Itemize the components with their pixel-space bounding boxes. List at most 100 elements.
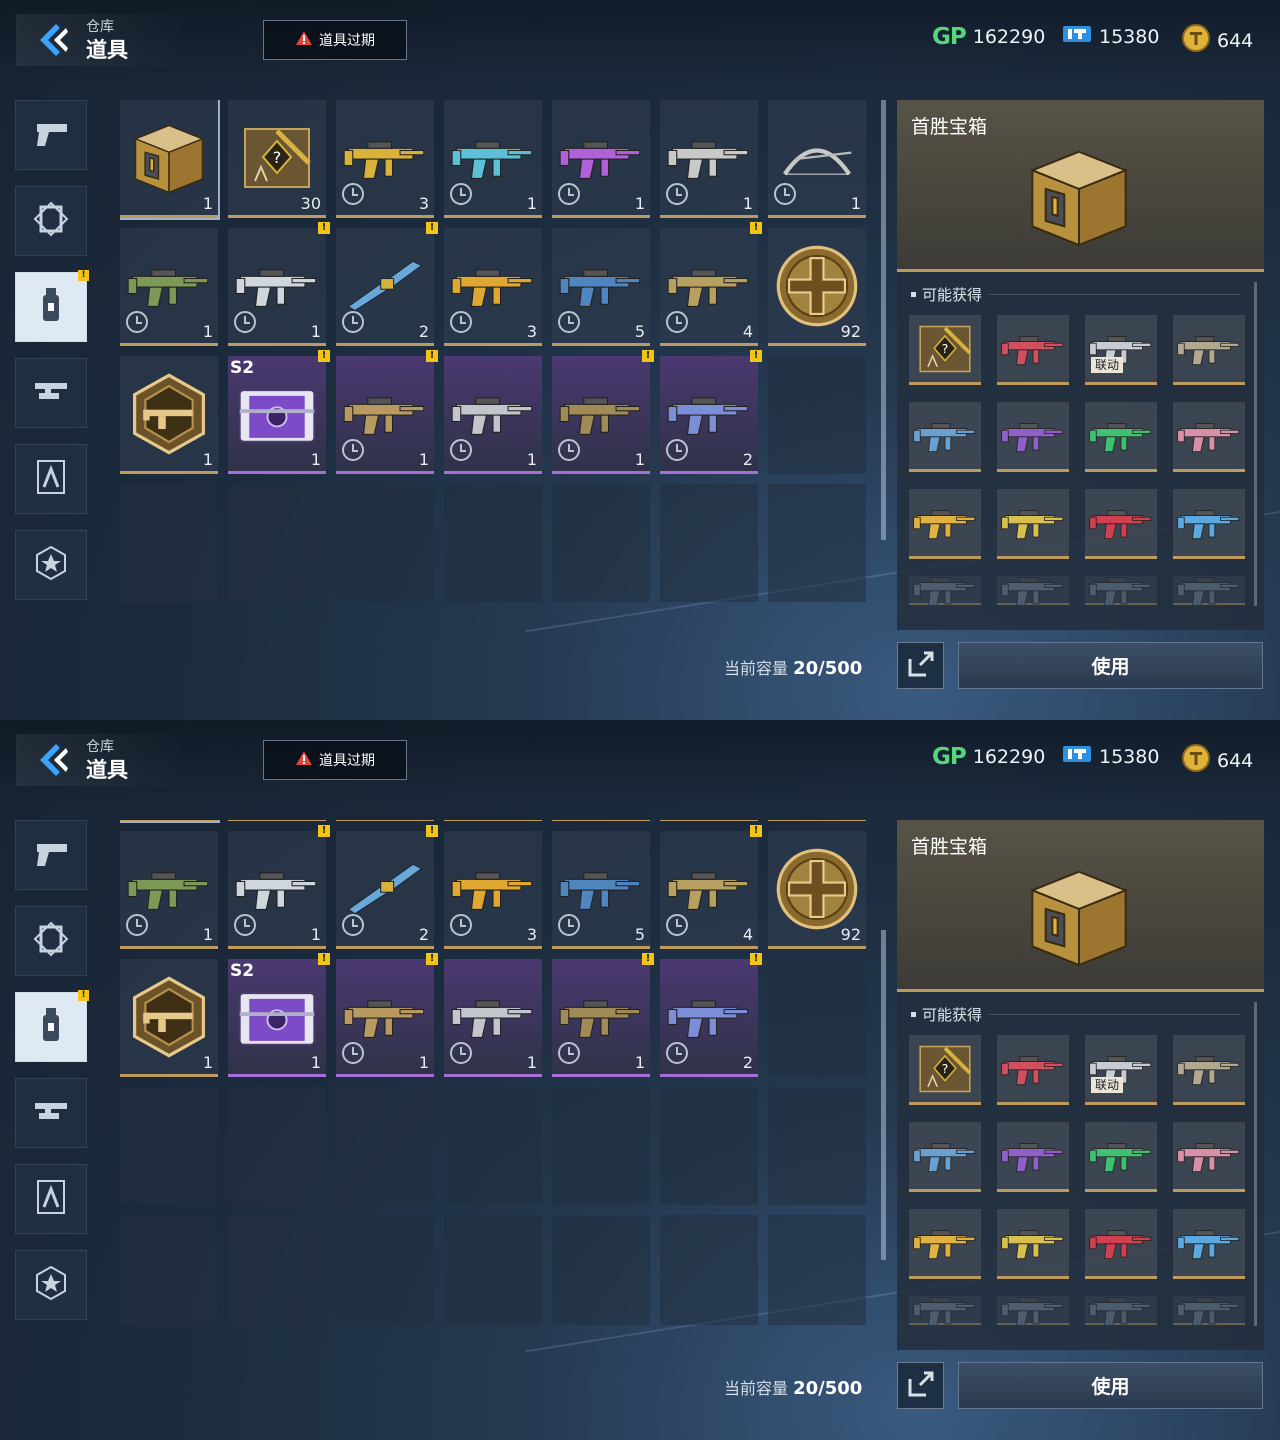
reward-item[interactable] <box>909 1122 981 1192</box>
inventory-item[interactable]: ! 4 <box>660 825 762 949</box>
reward-item[interactable]: 联动 <box>1085 315 1157 385</box>
inventory-item[interactable]: 1 <box>120 100 220 220</box>
sidebar-tab-frame[interactable] <box>15 186 87 256</box>
reward-item[interactable] <box>1173 315 1245 385</box>
sidebar-tab-weapon-mod[interactable] <box>15 1078 87 1148</box>
sidebar-tab-frame[interactable] <box>15 906 87 976</box>
item-count: 5 <box>634 925 645 944</box>
use-button[interactable]: 使用 <box>958 1362 1263 1409</box>
reward-scrollbar[interactable] <box>1254 1002 1257 1326</box>
reward-item[interactable] <box>997 576 1069 605</box>
reward-item[interactable]: 联动 <box>1085 1035 1157 1105</box>
reward-item[interactable] <box>1173 1209 1245 1279</box>
inventory-item[interactable]: 1 <box>120 356 218 474</box>
reward-item[interactable] <box>909 576 981 605</box>
reward-item[interactable] <box>997 1035 1069 1105</box>
inventory-item[interactable]: 1 <box>444 959 542 1077</box>
reward-item[interactable] <box>1173 576 1245 605</box>
reward-item[interactable] <box>1085 402 1157 472</box>
inventory-item[interactable]: ?30 <box>228 820 326 821</box>
reward-item[interactable] <box>997 315 1069 385</box>
inventory-item[interactable]: ! 2 <box>660 953 762 1077</box>
share-button[interactable] <box>897 642 944 689</box>
use-button[interactable]: 使用 <box>958 642 1263 689</box>
item-expired-button[interactable]: 道具过期 <box>263 20 407 60</box>
share-button[interactable] <box>897 1362 944 1409</box>
reward-item[interactable] <box>909 1209 981 1279</box>
sidebar-tab-weapon-mod[interactable] <box>15 358 87 428</box>
reward-item[interactable] <box>909 489 981 559</box>
inventory-item[interactable]: 92 <box>768 228 866 346</box>
inventory-item[interactable]: 1 <box>120 959 218 1077</box>
back-button[interactable]: 仓库 道具 <box>16 734 186 786</box>
back-button[interactable]: 仓库 道具 <box>16 14 186 66</box>
inventory-item[interactable]: S2! 1 <box>228 350 330 474</box>
inventory-item[interactable]: 1 <box>768 100 866 218</box>
reward-item[interactable] <box>997 402 1069 472</box>
sidebar-tab-compass-blueprint[interactable] <box>15 1164 87 1234</box>
reward-item[interactable] <box>997 1209 1069 1279</box>
reward-scrollbar[interactable] <box>1254 282 1257 606</box>
inventory-item[interactable]: ! 2 <box>336 825 438 949</box>
reward-item[interactable] <box>1085 576 1157 605</box>
inventory-item[interactable]: ! 2 <box>336 222 438 346</box>
sidebar-tab-pistol[interactable] <box>15 820 87 890</box>
reward-item[interactable] <box>1173 1035 1245 1105</box>
inventory-scrollbar[interactable] <box>881 100 886 540</box>
reward-item[interactable]: ? <box>909 315 981 385</box>
inventory-item[interactable]: 5 <box>552 831 650 949</box>
inventory-item[interactable]: 1 <box>444 820 542 821</box>
reward-item[interactable] <box>1173 1296 1245 1325</box>
inventory-item[interactable]: 1 <box>660 820 758 821</box>
inventory-item[interactable]: ! 2 <box>660 350 762 474</box>
reward-item[interactable] <box>1085 1296 1157 1325</box>
inventory-item[interactable]: ! 1 <box>228 825 330 949</box>
inventory-item[interactable]: ! 4 <box>660 222 762 346</box>
inventory-item[interactable]: 1 <box>660 100 758 218</box>
inventory-item[interactable]: 3 <box>444 831 542 949</box>
reward-item[interactable] <box>1173 489 1245 559</box>
inventory-item[interactable]: ! 1 <box>336 350 438 474</box>
inventory-item[interactable]: ! 1 <box>336 953 438 1077</box>
inventory-item[interactable]: 1 <box>444 356 542 474</box>
inventory-item[interactable]: 1 <box>120 820 220 823</box>
inventory-scrollbar[interactable] <box>881 930 886 1260</box>
inventory-item[interactable]: 1 <box>768 820 866 821</box>
gun-icon <box>1173 404 1245 467</box>
new-badge: ! <box>642 350 654 362</box>
inventory-item[interactable]: 1 <box>444 100 542 218</box>
inventory-item[interactable]: ! 1 <box>552 953 654 1077</box>
inventory-item[interactable]: 1 <box>120 831 218 949</box>
reward-item[interactable] <box>997 1296 1069 1325</box>
inventory-item[interactable]: 3 <box>336 820 434 821</box>
inventory-item[interactable]: 3 <box>444 228 542 346</box>
inventory-item[interactable]: 1 <box>552 820 650 821</box>
inventory-item[interactable]: ?30 <box>228 100 326 218</box>
inventory-item[interactable]: 1 <box>120 228 218 346</box>
reward-item[interactable] <box>1173 1122 1245 1192</box>
reward-item[interactable] <box>909 1296 981 1325</box>
reward-item[interactable] <box>997 1122 1069 1192</box>
reward-item[interactable] <box>1173 402 1245 472</box>
reward-item[interactable] <box>1085 1122 1157 1192</box>
inventory-item[interactable]: ! 1 <box>228 222 330 346</box>
inventory-item[interactable]: 3 <box>336 100 434 218</box>
reward-item[interactable] <box>997 489 1069 559</box>
sidebar-tab-spray-can[interactable]: ! <box>15 270 89 342</box>
inventory-item[interactable]: 1 <box>552 100 650 218</box>
sidebar-tab-star-medal[interactable] <box>15 530 87 600</box>
sidebar-tab-pistol[interactable] <box>15 100 87 170</box>
inventory-item[interactable]: 5 <box>552 228 650 346</box>
inventory-item[interactable]: 92 <box>768 831 866 949</box>
inventory-item[interactable]: S2! 1 <box>228 953 330 1077</box>
item-count: 1 <box>526 1053 537 1072</box>
item-expired-button[interactable]: 道具过期 <box>263 740 407 780</box>
reward-item[interactable] <box>1085 1209 1157 1279</box>
inventory-item[interactable]: ! 1 <box>552 350 654 474</box>
reward-item[interactable] <box>909 402 981 472</box>
sidebar-tab-compass-blueprint[interactable] <box>15 444 87 514</box>
reward-item[interactable] <box>1085 489 1157 559</box>
reward-item[interactable]: ? <box>909 1035 981 1105</box>
sidebar-tab-spray-can[interactable]: ! <box>15 990 89 1062</box>
sidebar-tab-star-medal[interactable] <box>15 1250 87 1320</box>
